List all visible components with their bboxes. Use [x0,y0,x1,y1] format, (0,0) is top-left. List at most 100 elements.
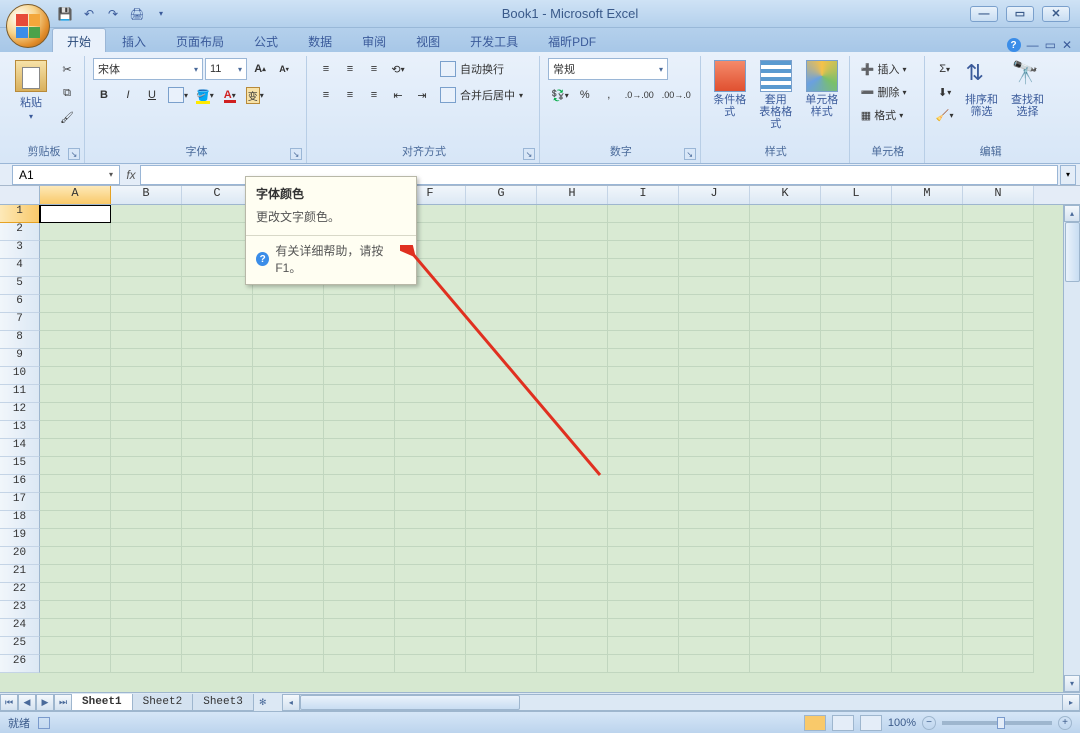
cell[interactable] [111,421,182,439]
wrap-text-button[interactable]: 自动换行 [437,58,519,80]
cell[interactable] [537,259,608,277]
cell[interactable] [111,511,182,529]
cell[interactable] [679,493,750,511]
row-header[interactable]: 1 [0,205,40,223]
cell[interactable] [395,493,466,511]
cell[interactable] [111,385,182,403]
cell[interactable] [608,349,679,367]
cell[interactable] [821,367,892,385]
cell[interactable] [253,511,324,529]
row-header[interactable]: 12 [0,403,40,421]
cell[interactable] [608,439,679,457]
cell[interactable] [466,421,537,439]
cell[interactable] [892,511,963,529]
column-header[interactable]: C [182,186,253,204]
cell[interactable] [608,529,679,547]
cell[interactable] [608,385,679,403]
cell[interactable] [821,475,892,493]
cell[interactable] [182,367,253,385]
row-header[interactable]: 5 [0,277,40,295]
cell[interactable] [750,619,821,637]
save-icon[interactable]: 💾 [56,5,74,23]
cell[interactable] [253,493,324,511]
row-header[interactable]: 14 [0,439,40,457]
name-box[interactable]: A1▾ [12,165,120,185]
cell[interactable] [182,349,253,367]
cell[interactable] [537,547,608,565]
cell[interactable] [324,529,395,547]
cell[interactable] [182,475,253,493]
cell[interactable] [821,403,892,421]
cell[interactable] [324,547,395,565]
cell[interactable] [182,259,253,277]
cell[interactable] [537,511,608,529]
fill-color-button[interactable]: 🪣▾ [193,84,217,106]
cell[interactable] [750,583,821,601]
cell[interactable] [608,313,679,331]
cell[interactable] [892,349,963,367]
column-header[interactable]: A [40,186,111,204]
cell[interactable] [963,295,1034,313]
cell[interactable] [608,565,679,583]
cell[interactable] [324,511,395,529]
paste-button[interactable]: 粘贴 ▾ [10,58,52,123]
comma-button[interactable]: , [598,84,620,106]
cell[interactable] [466,565,537,583]
undo-icon[interactable]: ↶ [80,5,98,23]
cell[interactable] [537,241,608,259]
cell[interactable] [679,565,750,583]
grow-font-button[interactable]: A▴ [249,58,271,80]
cell[interactable] [324,475,395,493]
cell[interactable] [963,223,1034,241]
cell[interactable] [608,547,679,565]
decrease-decimal-button[interactable]: .00→.0 [659,84,694,106]
cell[interactable] [608,583,679,601]
cell[interactable] [182,511,253,529]
help-icon[interactable]: ? [1007,38,1021,52]
cell[interactable] [395,637,466,655]
cell[interactable] [892,259,963,277]
cell[interactable] [182,529,253,547]
cell[interactable] [679,619,750,637]
cell[interactable] [466,511,537,529]
align-top-button[interactable]: ≡ [315,58,337,80]
cell[interactable] [253,439,324,457]
cell[interactable] [750,511,821,529]
cell[interactable] [821,241,892,259]
column-header[interactable]: K [750,186,821,204]
qat-dropdown-icon[interactable]: ▾ [152,5,170,23]
cell[interactable] [395,529,466,547]
cell[interactable] [182,583,253,601]
print-icon[interactable]: 🖨 [128,5,146,23]
cell[interactable] [963,241,1034,259]
cell[interactable] [537,529,608,547]
cell[interactable] [395,565,466,583]
cell[interactable] [40,367,111,385]
sort-filter-button[interactable]: ⇅排序和 筛选 [961,58,1003,120]
cell[interactable] [963,421,1034,439]
cell[interactable] [182,565,253,583]
cell[interactable] [111,529,182,547]
cell[interactable] [892,277,963,295]
maximize-button[interactable]: ▭ [1006,6,1034,22]
cell[interactable] [111,637,182,655]
scroll-down-button[interactable]: ▾ [1064,675,1080,692]
scroll-left-button[interactable]: ◂ [283,695,300,710]
horizontal-scrollbar[interactable]: ◂ ▸ [282,694,1080,711]
cell[interactable] [111,601,182,619]
cell[interactable] [750,565,821,583]
autosum-button[interactable]: Σ▾ [933,58,957,80]
dialog-launcher[interactable]: ↘ [684,148,696,160]
cell[interactable] [253,619,324,637]
cell[interactable] [466,241,537,259]
row-header[interactable]: 8 [0,331,40,349]
cell[interactable] [963,367,1034,385]
cell[interactable] [395,313,466,331]
cell[interactable] [750,223,821,241]
cell[interactable] [537,223,608,241]
cell[interactable] [608,205,679,223]
cell[interactable] [466,637,537,655]
cell[interactable] [40,637,111,655]
delete-cells-button[interactable]: ➖删除▾ [858,81,918,103]
row-header[interactable]: 18 [0,511,40,529]
